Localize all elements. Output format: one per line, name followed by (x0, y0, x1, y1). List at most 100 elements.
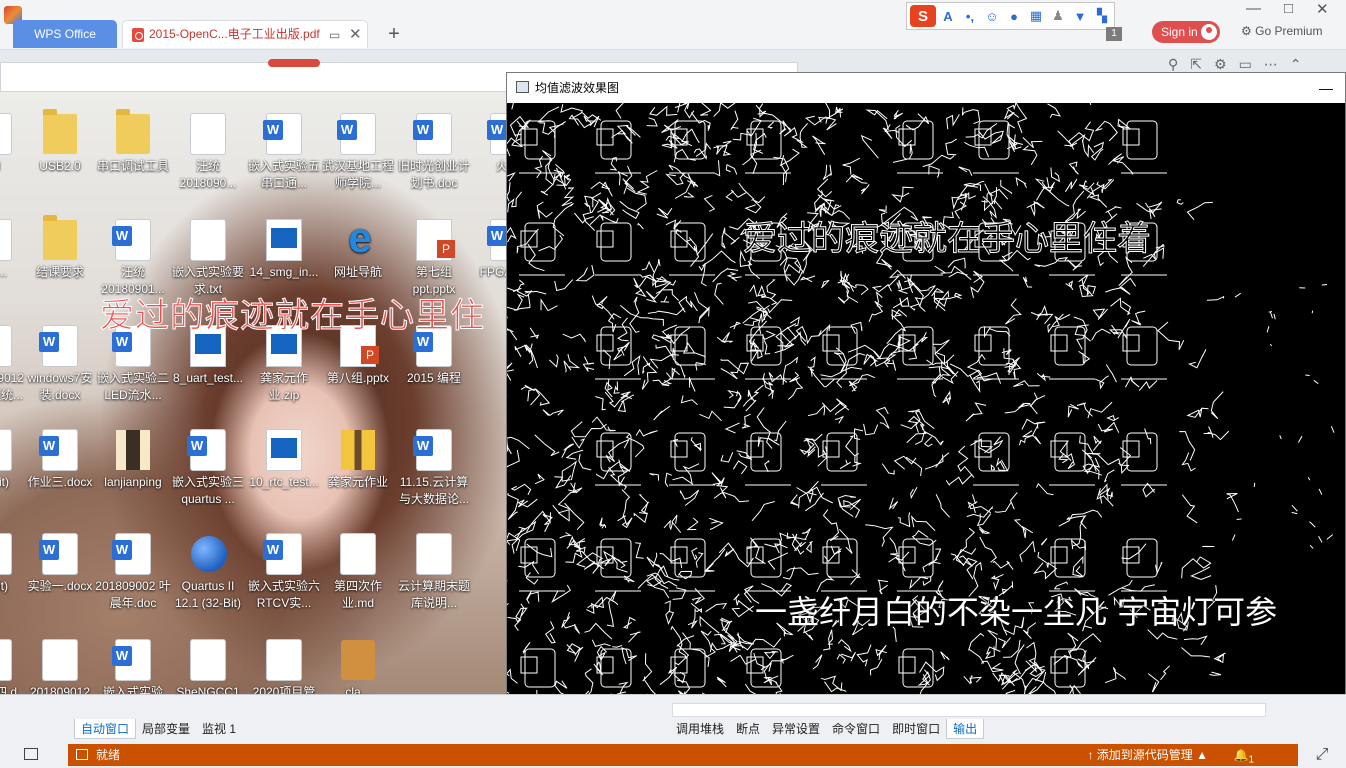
desktop-icon-label: 嵌入式实验六RTCV实... (247, 579, 320, 610)
new-tab-button[interactable]: + (384, 20, 404, 48)
desktop-icon[interactable]: 汪统 2018090... (170, 114, 246, 192)
minimize-button[interactable]: — (1246, 0, 1261, 17)
file-icon (417, 534, 451, 574)
desktop-icon[interactable]: 11.15.云计算与大数据论... (396, 430, 472, 508)
desktop-icon[interactable]: windows7安装.docx (22, 326, 98, 404)
desktop-icon[interactable]: 云计算期末题库说明... (396, 534, 472, 612)
add-to-source-control[interactable]: ↑ 添加到源代码管理 ▲ (1087, 744, 1208, 766)
maximize-button[interactable]: □ (1284, 0, 1293, 17)
microphone-icon[interactable]: ● (1004, 6, 1024, 26)
edge-stroke (507, 316, 514, 333)
keyboard-icon[interactable]: ▦ (1026, 6, 1046, 26)
edge-stroke (534, 434, 560, 457)
desktop-icon[interactable]: 嵌入式实验三quartus ... (170, 430, 246, 508)
desktop-icon[interactable]: 串口调试工具 (95, 109, 171, 175)
desktop-icon[interactable]: 汪统 20180901... (95, 220, 171, 298)
font-a-icon[interactable]: A (938, 6, 958, 26)
desktop-icon[interactable]: 武汉基地工程师学院... (320, 114, 396, 192)
desktop-icon[interactable]: 14_smg_in... (246, 220, 322, 281)
desktop-icon[interactable]: 201809012 (22, 640, 98, 694)
shirt-icon[interactable]: ▼ (1070, 6, 1090, 26)
edge-stroke (807, 404, 826, 417)
desktop-icon[interactable]: Quartus II 12.1 (32-Bit) (170, 534, 246, 612)
mean-filter-window: 均值滤波效果图 — 爱过的痕迹就在手心里住着 一盏纤月白的不染一尘凡 宇宙灯可参 (506, 72, 1346, 706)
tab-wps-office[interactable]: WPS Office (13, 20, 117, 48)
fullscreen-icon[interactable]: ⤢ (1298, 744, 1346, 768)
edge-stroke (637, 222, 644, 230)
desktop-icon[interactable]: 网址导航 (320, 218, 396, 281)
vs-tab[interactable]: 异常设置 (766, 719, 826, 739)
collapse-icon[interactable]: ⌃ (1290, 56, 1302, 73)
cv-minimize-button[interactable]: — (1319, 73, 1333, 103)
vs-tab[interactable]: 命令窗口 (826, 719, 886, 739)
edge-stroke (845, 173, 868, 184)
go-premium-button[interactable]: ⚙ Go Premium (1241, 24, 1322, 38)
edge-icon-badge (520, 546, 538, 564)
desktop-icon[interactable]: 作业三.docx (22, 430, 98, 491)
edge-stroke (595, 461, 620, 480)
edge-stroke (1190, 566, 1212, 581)
edge-stroke (1022, 430, 1042, 445)
desktop-icon[interactable]: 旧时光创业计划书.doc (396, 114, 472, 192)
vs-tab[interactable]: 调用堆栈 (670, 719, 730, 739)
desktop-icon[interactable]: 火绒 (470, 114, 508, 175)
vs-tab[interactable]: 输出 (946, 719, 985, 739)
edge-icon-badge (1122, 440, 1140, 458)
edge-stroke (507, 603, 525, 624)
edge-stroke (553, 164, 565, 180)
vs-tab[interactable]: 即时窗口 (886, 719, 946, 739)
desktop-icon[interactable]: 嵌入式实验五串口通... (246, 114, 322, 192)
edge-stroke (606, 591, 617, 628)
partial-icon (0, 430, 11, 470)
close-button[interactable]: ✕ (1316, 0, 1329, 18)
edge-stroke (507, 603, 509, 606)
vs-tab[interactable]: 断点 (730, 719, 766, 739)
desktop-icon[interactable]: 龚家元作业.zip (246, 326, 322, 404)
panel-layout-icon[interactable] (24, 748, 38, 760)
desktop-icon[interactable]: 第四次作业.md (320, 534, 396, 612)
desktop-icon[interactable]: 嵌入式实验 (95, 640, 171, 694)
edge-stroke (967, 501, 991, 514)
emoji-icon[interactable]: ☺ (982, 6, 1002, 26)
share-icon[interactable]: ⇱ (1190, 56, 1202, 73)
desktop-icon[interactable]: 结课要求 (22, 215, 98, 281)
edge-icon-outline (524, 120, 556, 160)
horizontal-scrollbar[interactable] (672, 703, 1266, 717)
edge-stroke (816, 178, 833, 198)
desktop-icon[interactable]: 实验一.docx (22, 534, 98, 595)
notification-bell-icon[interactable]: 🔔1 (1233, 744, 1254, 768)
tab-restore-icon[interactable]: ▭ (329, 22, 340, 49)
vs-tab[interactable]: 局部变量 (136, 719, 196, 739)
sign-in-button[interactable]: Sign in (1152, 21, 1220, 43)
desktop-icon[interactable]: USB2.0 (22, 109, 98, 175)
desktop-icon[interactable]: FPGA 告.c (470, 220, 508, 281)
desktop-icon[interactable]: 嵌入式实验要求.txt (170, 220, 246, 298)
desktop-icon[interactable]: 10_rtc_test... (246, 430, 322, 491)
more-icon[interactable]: ⋯ (1264, 56, 1278, 73)
desktop-icon[interactable]: lanjianping (95, 430, 171, 491)
add-user-icon[interactable]: ⚲ (1168, 56, 1178, 73)
desktop-icon[interactable]: 嵌入式实验六RTCV实... (246, 534, 322, 612)
edge-stroke (1075, 633, 1102, 651)
file-icon (267, 640, 301, 680)
desktop-icon[interactable]: cla... (320, 640, 396, 694)
edge-stroke (738, 182, 755, 201)
punctuation-icon[interactable]: •, (960, 6, 980, 26)
tab-pdf-document[interactable]: 2015-OpenC...电子工业出版.pdf ▭ ✕ (122, 20, 368, 48)
desktop-icon[interactable]: 第七组ppt.pptx (396, 220, 472, 298)
desktop-icon[interactable]: 龚家元作业 (320, 430, 396, 491)
settings-icon[interactable]: ⚙ (1214, 56, 1227, 73)
desktop-icon[interactable]: SheNGCC1 (170, 640, 246, 694)
edge-stroke (780, 654, 794, 664)
desktop-icon[interactable]: 2020项目管 (246, 640, 322, 694)
tab-close-icon[interactable]: ✕ (349, 21, 362, 48)
sogou-s-icon[interactable]: S (910, 5, 936, 27)
edge-stroke (1183, 635, 1208, 646)
vs-tab[interactable]: 自动窗口 (74, 719, 137, 739)
grid-icon[interactable]: ▚ (1092, 6, 1112, 26)
desktop-icon[interactable]: 201809002 叶晨年.doc (95, 534, 171, 612)
desktop-icon[interactable]: 嵌入式实验二LED流水... (95, 326, 171, 404)
vs-tab[interactable]: 监视 1 (196, 719, 242, 739)
user-icon[interactable]: ♟ (1048, 6, 1068, 26)
comment-icon[interactable]: ▭ (1239, 56, 1252, 73)
